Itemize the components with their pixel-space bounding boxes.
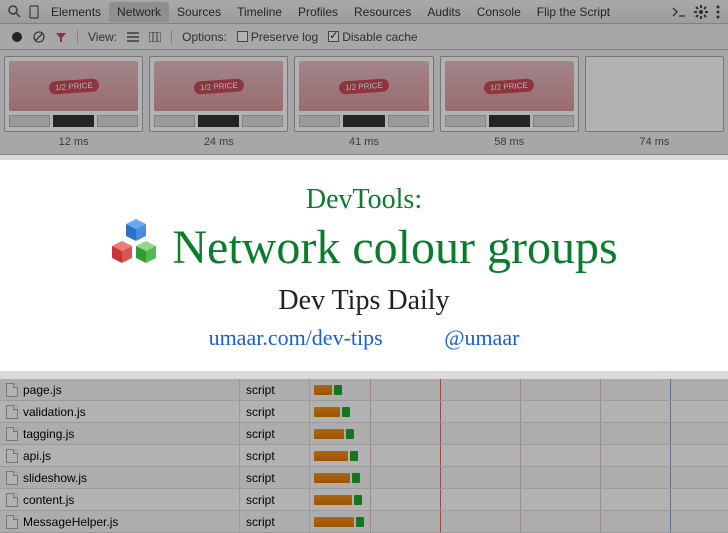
tab-flip-the-script[interactable]: Flip the Script (529, 2, 618, 22)
file-icon (6, 405, 18, 419)
resource-type: script (240, 401, 310, 422)
network-table: page.jsscriptvalidation.jsscripttagging.… (0, 379, 728, 533)
file-icon (6, 427, 18, 441)
resource-type: script (240, 489, 310, 510)
table-row[interactable]: api.js script (0, 445, 728, 467)
menu-icon[interactable] (716, 5, 720, 19)
price-badge: 1/2 PRICE (339, 78, 390, 94)
waterfall-cell (310, 445, 728, 466)
record-icon[interactable] (11, 31, 23, 43)
file-name: api.js (23, 449, 51, 463)
filmstrip-frame[interactable]: 1/2 PRICE 24 ms (149, 56, 288, 148)
frame-time: 58 ms (440, 136, 579, 148)
file-icon (6, 515, 18, 529)
resource-type: script (240, 445, 310, 466)
title-card-overlay: DevTools: Network colour groups Dev Tips… (0, 160, 728, 371)
frame-time: 24 ms (149, 136, 288, 148)
file-name: slideshow.js (23, 471, 87, 485)
table-row[interactable]: validation.js script (0, 401, 728, 423)
network-toolbar: View: Options: Preserve log Disable cach… (0, 24, 728, 50)
file-name: content.js (23, 493, 74, 507)
file-name: MessageHelper.js (23, 515, 118, 529)
tab-console[interactable]: Console (469, 2, 529, 22)
table-row[interactable]: page.js script (0, 379, 728, 401)
tab-resources[interactable]: Resources (346, 2, 419, 22)
options-label: Options: (182, 30, 227, 44)
device-icon[interactable] (29, 5, 39, 19)
waterfall-cell (310, 467, 728, 488)
filter-icon[interactable] (55, 31, 67, 43)
view-list-icon[interactable] (127, 32, 139, 42)
separator (171, 30, 172, 44)
frame-time: 74 ms (585, 136, 724, 148)
clear-icon[interactable] (33, 31, 45, 43)
waterfall-cell (310, 511, 728, 532)
overlay-supertitle: DevTools: (20, 184, 708, 216)
file-name: tagging.js (23, 427, 74, 441)
price-badge: 1/2 PRICE (194, 78, 245, 94)
table-row[interactable]: tagging.js script (0, 423, 728, 445)
view-frames-icon[interactable] (149, 32, 161, 42)
price-badge: 1/2 PRICE (48, 78, 99, 94)
disable-cache-checkbox[interactable]: Disable cache (328, 30, 417, 44)
overlay-title: Network colour groups (172, 220, 617, 275)
tab-timeline[interactable]: Timeline (229, 2, 290, 22)
overlay-link-site[interactable]: umaar.com/dev-tips (209, 325, 383, 350)
frame-time: 12 ms (4, 136, 143, 148)
table-row[interactable]: MessageHelper.js script (0, 511, 728, 533)
resource-type: script (240, 379, 310, 400)
file-icon (6, 493, 18, 507)
filmstrip-frame[interactable]: 1/2 PRICE 41 ms (294, 56, 433, 148)
gear-icon[interactable] (694, 5, 708, 19)
filmstrip-frame[interactable]: 74 ms (585, 56, 724, 148)
resource-type: script (240, 511, 310, 532)
view-label: View: (88, 30, 117, 44)
tab-profiles[interactable]: Profiles (290, 2, 346, 22)
tab-audits[interactable]: Audits (419, 2, 468, 22)
file-name: page.js (23, 383, 62, 397)
resource-type: script (240, 467, 310, 488)
file-name: validation.js (23, 405, 86, 419)
resource-type: script (240, 423, 310, 444)
waterfall-cell (310, 423, 728, 444)
frame-time: 41 ms (294, 136, 433, 148)
filmstrip-frame[interactable]: 1/2 PRICE 12 ms (4, 56, 143, 148)
separator (77, 30, 78, 44)
table-row[interactable]: content.js script (0, 489, 728, 511)
filmstrip: 1/2 PRICE 12 ms 1/2 PRICE 24 ms 1/2 PRICE 41 … (0, 50, 728, 155)
filmstrip-frame[interactable]: 1/2 PRICE 58 ms (440, 56, 579, 148)
file-icon (6, 449, 18, 463)
price-badge: 1/2 PRICE (484, 78, 535, 94)
waterfall-cell (310, 489, 728, 510)
tab-elements[interactable]: Elements (43, 2, 109, 22)
tab-network[interactable]: Network (109, 2, 169, 22)
devtools-menubar: ElementsNetworkSourcesTimelineProfilesRe… (0, 0, 728, 24)
table-row[interactable]: slideshow.js script (0, 467, 728, 489)
search-icon[interactable] (8, 5, 21, 18)
file-icon (6, 471, 18, 485)
console-toggle-icon[interactable] (672, 6, 686, 18)
preserve-log-label: Preserve log (251, 30, 318, 44)
cubes-icon (110, 217, 162, 274)
preserve-log-checkbox[interactable]: Preserve log (237, 30, 318, 44)
overlay-link-handle[interactable]: @umaar (444, 325, 519, 350)
overlay-subtitle: Dev Tips Daily (20, 285, 708, 317)
disable-cache-label: Disable cache (342, 30, 417, 44)
waterfall-cell (310, 379, 728, 400)
waterfall-cell (310, 401, 728, 422)
tab-sources[interactable]: Sources (169, 2, 229, 22)
file-icon (6, 383, 18, 397)
